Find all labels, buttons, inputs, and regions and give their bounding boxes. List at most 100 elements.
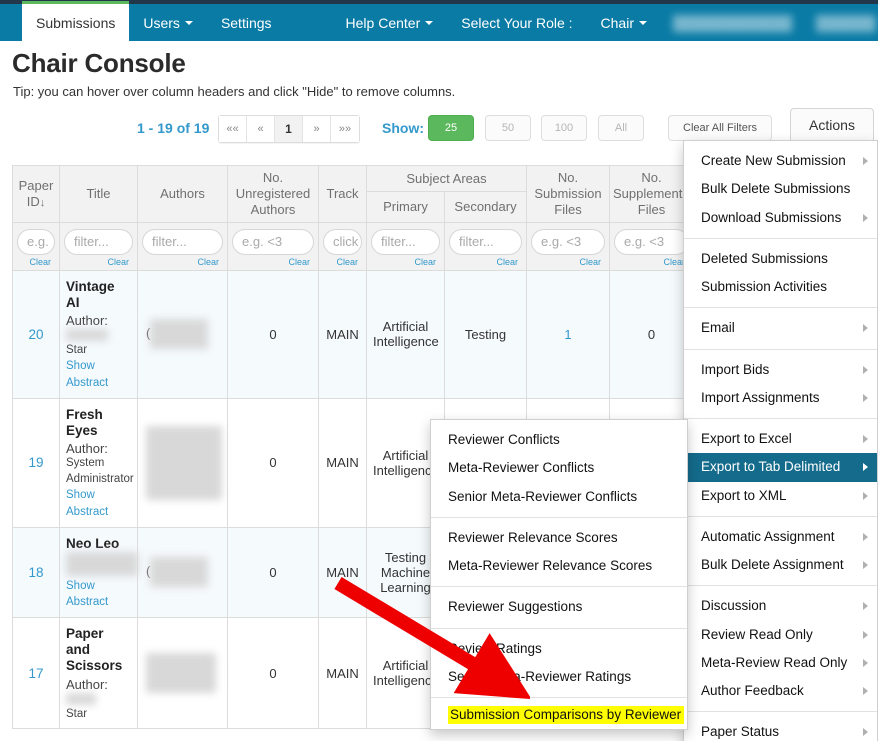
submenu-item-senior-meta-reviewer-ratings[interactable]: Senior Meta-Reviewer Ratings xyxy=(431,663,687,691)
menu-item-meta-review-read-only[interactable]: Meta-Review Read Only xyxy=(684,649,877,677)
blurred-nav-label-2: ██████ xyxy=(816,15,876,31)
nav-item-blurred-2[interactable]: ██████ xyxy=(804,4,878,41)
show-link[interactable]: Show xyxy=(66,578,131,595)
menu-separator xyxy=(684,238,877,239)
pager-page-1-button[interactable]: 1 xyxy=(275,116,303,142)
nav-item-role-chair[interactable]: Chair xyxy=(587,4,661,41)
pager-next-button[interactable]: » xyxy=(303,116,331,142)
nav-item-submissions[interactable]: Submissions xyxy=(22,1,129,41)
cell-track: MAIN xyxy=(319,527,367,618)
menu-item-export-to-tab-delimited[interactable]: Export to Tab Delimited xyxy=(684,453,877,481)
col-header-title[interactable]: Title xyxy=(60,166,138,223)
pager-last-button[interactable]: »» xyxy=(331,116,359,142)
menu-label: Export to Excel xyxy=(701,431,792,446)
filter-input-paper-id[interactable]: e.g. xyxy=(17,229,55,255)
filter-clear-secondary[interactable]: Clear xyxy=(449,257,522,267)
filter-clear-no-supplementary-files[interactable]: Clear xyxy=(614,257,689,267)
menu-separator xyxy=(431,586,687,587)
menu-item-paper-status[interactable]: Paper Status xyxy=(684,718,877,741)
menu-label: Meta-Review Read Only xyxy=(701,655,847,670)
menu-item-submission-activities[interactable]: Submission Activities xyxy=(684,273,877,301)
menu-item-create-new-submission[interactable]: Create New Submission xyxy=(684,147,877,175)
filter-cell-paper-id: e.g. Clear xyxy=(13,222,60,270)
menu-item-export-to-xml[interactable]: Export to XML xyxy=(684,482,877,510)
actions-button[interactable]: Actions xyxy=(790,108,874,141)
abstract-link[interactable]: Abstract xyxy=(66,594,131,611)
col-header-track[interactable]: Track xyxy=(319,166,367,223)
page-size-25-button[interactable]: 25 xyxy=(428,115,474,141)
filter-clear-authors[interactable]: Clear xyxy=(142,257,223,267)
page-size-all-button[interactable]: All xyxy=(598,115,644,141)
col-header-no-supplementary-files[interactable]: No. Supplementary Files xyxy=(610,166,694,223)
nav-item-settings[interactable]: Settings xyxy=(207,4,286,41)
col-header-secondary[interactable]: Secondary xyxy=(445,192,527,223)
submission-title: Fresh Eyes xyxy=(66,407,131,439)
clear-all-filters-button[interactable]: Clear All Filters xyxy=(668,115,772,141)
submenu-item-reviewer-conflicts[interactable]: Reviewer Conflicts xyxy=(431,426,687,454)
filter-clear-title[interactable]: Clear xyxy=(64,257,133,267)
filter-input-no-supplementary-files[interactable]: e.g. <3 xyxy=(614,229,689,255)
col-header-paper-id[interactable]: Paper ID↓ xyxy=(13,166,60,223)
col-header-authors[interactable]: Authors xyxy=(138,166,228,223)
menu-label: Automatic Assignment xyxy=(701,529,835,544)
filter-input-no-submission-files[interactable]: e.g. <3 xyxy=(531,229,605,255)
submenu-arrow-icon xyxy=(863,687,868,695)
menu-item-review-read-only[interactable]: Review Read Only xyxy=(684,621,877,649)
menu-label: Email xyxy=(701,320,735,335)
submenu-arrow-icon xyxy=(863,157,868,165)
submenu-item-meta-reviewer-conflicts[interactable]: Meta-Reviewer Conflicts xyxy=(431,454,687,482)
filter-clear-unregistered-authors[interactable]: Clear xyxy=(232,257,314,267)
col-header-primary[interactable]: Primary xyxy=(367,192,445,223)
submenu-item-submission-comparisons-by-reviewer[interactable]: Submission Comparisons by Reviewer xyxy=(431,704,687,725)
pager-first-button[interactable]: «« xyxy=(219,116,247,142)
menu-item-author-feedback[interactable]: Author Feedback xyxy=(684,677,877,705)
submenu-item-reviewer-relevance-scores[interactable]: Reviewer Relevance Scores xyxy=(431,524,687,552)
abstract-link[interactable]: Abstract xyxy=(66,375,131,392)
submenu-item-senior-meta-reviewer-conflicts[interactable]: Senior Meta-Reviewer Conflicts xyxy=(431,483,687,511)
filter-input-unregistered-authors[interactable]: e.g. <3 xyxy=(232,229,314,255)
page-size-50-button[interactable]: 50 xyxy=(485,115,531,141)
menu-item-discussion[interactable]: Discussion xyxy=(684,592,877,620)
filter-input-secondary[interactable]: filter... xyxy=(449,229,522,255)
submenu-item-review-ratings[interactable]: Review Ratings xyxy=(431,635,687,663)
chevron-down-icon xyxy=(425,21,433,25)
submenu-item-reviewer-suggestions[interactable]: Reviewer Suggestions xyxy=(431,593,687,621)
author-affiliation: System Administrator xyxy=(66,456,131,487)
filter-clear-track[interactable]: Clear xyxy=(323,257,362,267)
filter-input-primary[interactable]: filter... xyxy=(371,229,440,255)
menu-item-email[interactable]: Email xyxy=(684,314,877,342)
filter-input-track[interactable]: click xyxy=(323,229,362,255)
menu-item-bulk-delete-submissions[interactable]: Bulk Delete Submissions xyxy=(684,175,877,203)
nav-item-help-center[interactable]: Help Center xyxy=(332,4,448,41)
nav-item-blurred-1[interactable]: ████████████ xyxy=(661,4,804,41)
menu-separator xyxy=(684,418,877,419)
show-link[interactable]: Show xyxy=(66,358,131,375)
col-header-no-submission-files[interactable]: No. Submission Files xyxy=(527,166,610,223)
nav-item-users[interactable]: Users xyxy=(129,4,207,41)
col-header-unregistered-authors[interactable]: No. Unregistered Authors xyxy=(228,166,319,223)
export-tab-delimited-submenu: Reviewer Conflicts Meta-Reviewer Conflic… xyxy=(430,419,688,730)
pager-prev-button[interactable]: « xyxy=(247,116,275,142)
filter-clear-paper-id[interactable]: Clear xyxy=(17,257,55,267)
show-link[interactable]: Show xyxy=(66,487,131,504)
cell-paper-id: 19 xyxy=(13,398,60,527)
filter-clear-primary[interactable]: Clear xyxy=(371,257,440,267)
cell-title: Paper and Scissors Author: Star xyxy=(60,618,138,729)
menu-item-automatic-assignment[interactable]: Automatic Assignment xyxy=(684,523,877,551)
filter-input-authors[interactable]: filter... xyxy=(142,229,223,255)
submenu-arrow-icon xyxy=(863,631,868,639)
cell-paper-id: 18 xyxy=(13,527,60,618)
filter-clear-no-submission-files[interactable]: Clear xyxy=(531,257,605,267)
menu-label: Author Feedback xyxy=(701,683,804,698)
menu-item-bulk-delete-assignment[interactable]: Bulk Delete Assignment xyxy=(684,551,877,579)
page-size-100-button[interactable]: 100 xyxy=(541,115,587,141)
menu-item-download-submissions[interactable]: Download Submissions xyxy=(684,204,877,232)
menu-item-deleted-submissions[interactable]: Deleted Submissions xyxy=(684,245,877,273)
menu-item-export-to-excel[interactable]: Export to Excel xyxy=(684,425,877,453)
submenu-item-meta-reviewer-relevance-scores[interactable]: Meta-Reviewer Relevance Scores xyxy=(431,552,687,580)
menu-item-import-bids[interactable]: Import Bids xyxy=(684,356,877,384)
abstract-link[interactable]: Abstract xyxy=(66,504,131,521)
filter-input-title[interactable]: filter... xyxy=(64,229,133,255)
menu-label: Import Bids xyxy=(701,362,769,377)
menu-item-import-assignments[interactable]: Import Assignments xyxy=(684,384,877,412)
